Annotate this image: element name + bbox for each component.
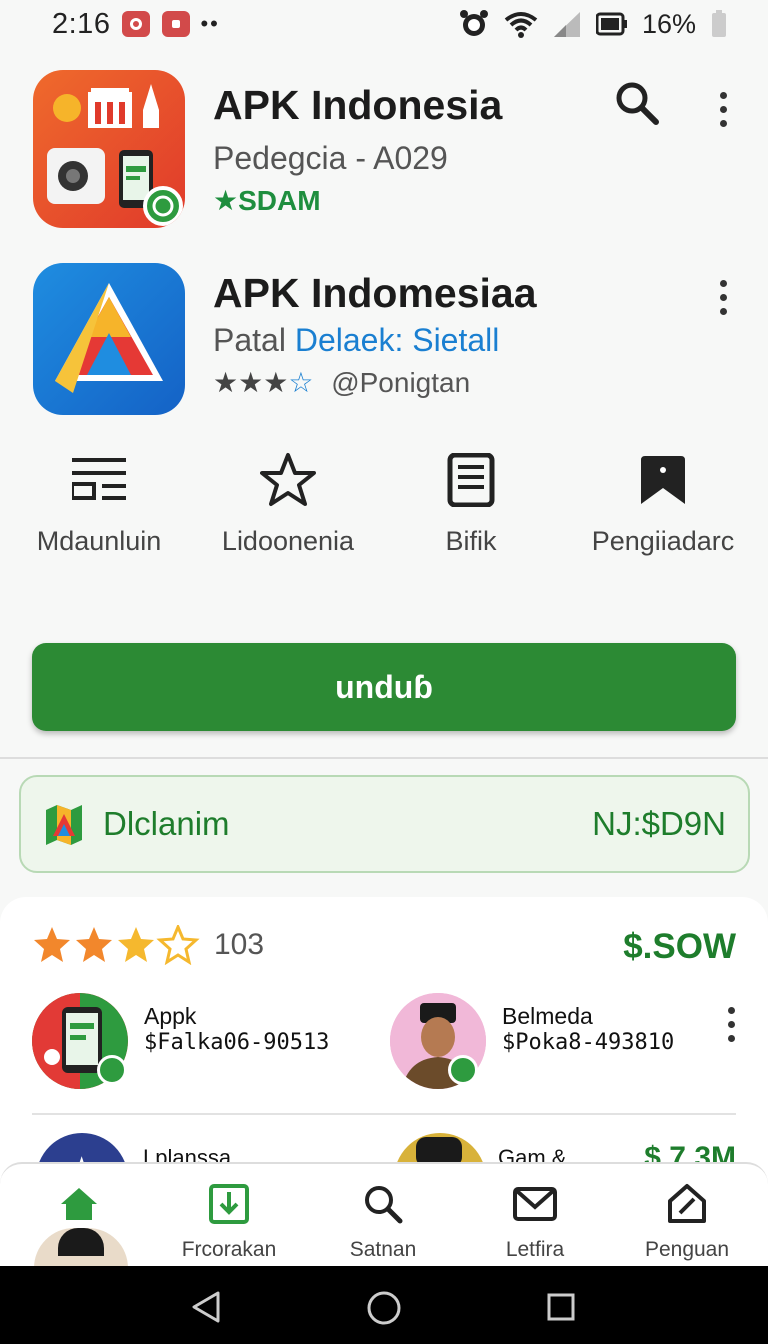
action-pengiiadarc[interactable]: Pengiiadarc — [568, 448, 758, 557]
app-listing-1[interactable]: APK Indonesia Pedegcia - A029 ★SDAM — [0, 0, 768, 240]
nav-frcorakan[interactable]: Frcorakan — [154, 1182, 304, 1262]
maps-icon — [46, 805, 82, 845]
app-icon-1[interactable] — [33, 70, 185, 228]
list-icon — [72, 458, 126, 500]
app-sub-plain: Patal — [213, 322, 286, 358]
more-options-icon[interactable] — [718, 92, 728, 127]
quick-actions: Mdaunluin Lidoonenia Bifik Pengiiadarc — [0, 448, 768, 568]
action-label: Lidoonenia — [221, 526, 355, 556]
system-navigation-bar — [0, 1266, 768, 1344]
badge-label: SDAM — [238, 185, 321, 216]
more-options-icon-3[interactable] — [726, 1007, 736, 1042]
home-button-icon[interactable] — [366, 1290, 402, 1326]
badge-star-icon: ★ — [213, 185, 239, 216]
action-label: Pengiiadarc — [591, 526, 735, 556]
more-options-icon-2[interactable] — [718, 280, 728, 315]
list-item[interactable]: Appk $Falka06-90513 — [32, 993, 329, 1089]
card-divider — [32, 1113, 736, 1115]
install-button[interactable]: unduɓ — [32, 643, 736, 731]
person-name: Belmeda — [502, 1003, 593, 1029]
bookmark-icon — [641, 456, 685, 504]
mail-icon — [513, 1187, 557, 1221]
app-badge-1: ★SDAM — [213, 184, 321, 217]
action-label: Mdaunluin — [36, 526, 162, 556]
person-name: Appk — [144, 1003, 197, 1029]
section-divider — [0, 757, 768, 759]
nav-label: Letfira — [505, 1238, 565, 1261]
verified-badge-icon — [97, 1055, 127, 1085]
banner-title: Dlclanim — [103, 805, 230, 842]
rating-stars-icon: ★★★ — [213, 367, 289, 398]
list-item[interactable]: Belmeda $Poka8-493810 — [390, 993, 674, 1089]
rating-row: 103 — [32, 925, 264, 965]
nav-label: Penguan — [644, 1238, 730, 1261]
verified-badge-icon — [448, 1055, 478, 1085]
home-icon — [61, 1188, 97, 1220]
app-developer-1: Pedegcia - A029 — [213, 140, 448, 176]
document-icon — [447, 453, 495, 507]
person-code: $Falka06-90513 — [144, 1030, 330, 1055]
recents-icon[interactable] — [546, 1292, 576, 1322]
action-bifik[interactable]: Bifik — [376, 448, 566, 557]
app-title-1: APK Indonesia — [213, 82, 503, 128]
action-mdaunluin[interactable]: Mdaunluin — [4, 448, 194, 557]
nav-satnan[interactable]: Satnan — [308, 1182, 458, 1262]
nav-label: Frcorakan — [181, 1238, 277, 1261]
nav-label: Satnan — [349, 1238, 417, 1261]
bottom-navigation: Frcorakan Satnan Letfira Penguan — [0, 1162, 768, 1268]
download-icon — [209, 1184, 249, 1224]
banner-value: NJ:$D9N — [592, 805, 726, 842]
app-logo-triangle — [55, 283, 163, 393]
person-code: $Poka8-493810 — [502, 1030, 675, 1055]
search-icon[interactable] — [614, 80, 660, 126]
app-sub-link[interactable]: Delaek: Sietall — [295, 322, 500, 358]
action-lidoonenia[interactable]: Lidoonenia — [193, 448, 383, 557]
rating-text: @Ponigtan — [331, 367, 471, 398]
star-icon — [260, 453, 316, 506]
app-rating-2: ★★★☆ @Ponigtan — [213, 366, 470, 399]
promo-banner[interactable]: Dlclanim NJ:$D9N — [19, 775, 750, 873]
app-icon-2[interactable] — [33, 263, 185, 415]
rating-star-outline-icon: ☆ — [288, 367, 314, 398]
app-logo-image — [47, 84, 183, 226]
action-label: Bifik — [445, 526, 497, 556]
app-developer-2: Patal Delaek: Sietall — [213, 322, 499, 359]
nav-letfira[interactable]: Letfira — [460, 1182, 610, 1262]
back-icon[interactable] — [190, 1290, 222, 1324]
rating-stars-icon — [34, 925, 200, 965]
app-listing-2[interactable]: APK Indomesiaa Patal Delaek: Sietall ★★★… — [0, 250, 768, 430]
edit-icon — [668, 1184, 706, 1223]
rating-count: 103 — [214, 928, 265, 961]
card-price: $.SOW — [623, 927, 736, 966]
nav-penguan[interactable]: Penguan — [612, 1182, 762, 1262]
search-icon — [365, 1186, 403, 1224]
app-title-2: APK Indomesiaa — [213, 270, 537, 316]
